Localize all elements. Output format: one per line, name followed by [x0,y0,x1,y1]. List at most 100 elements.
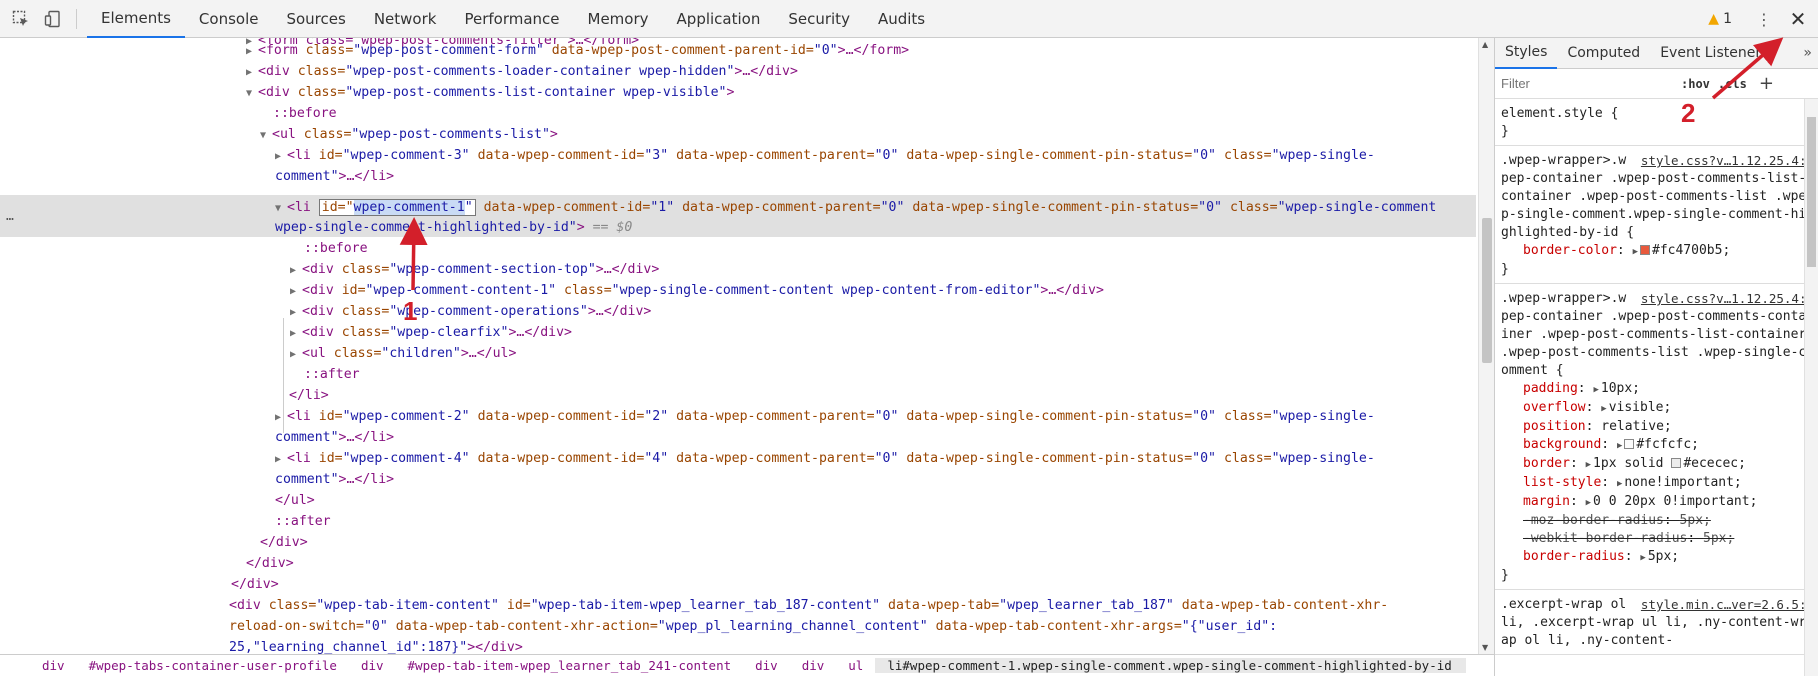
rule-close-brace: } [1501,262,1509,277]
declaration-padding[interactable]: padding: ▶ 10px; [1501,380,1814,399]
breadcrumb-item[interactable]: #wpep-tab-item-wpep_learner_tab_241-cont… [396,658,744,673]
styles-filter-input[interactable] [1501,72,1667,95]
declaration-overflow[interactable]: overflow: ▶ visible; [1501,399,1814,418]
dom-node-list-container[interactable]: ▼ <div class="wpep-post-comments-list-con… [246,82,734,103]
dom-node-comment-2-cont: comment">…</li> [275,430,395,445]
dom-pseudo-before-2[interactable]: ::before [304,238,368,259]
tab-sources[interactable]: Sources [272,0,359,38]
tab-console[interactable]: Console [185,0,273,38]
hov-button[interactable]: :hov [1681,77,1710,91]
warning-count: 1 [1723,11,1732,27]
color-swatch[interactable] [1624,439,1635,449]
rule-single-comment[interactable]: style.css?v…1.12.25.4:1 .wpep-wrapper>.w… [1495,284,1818,590]
breadcrumb-item[interactable]: ul [836,658,875,673]
sidebar-scroll-thumb[interactable] [1807,117,1816,267]
scroll-down-icon[interactable]: ▼ [1482,643,1488,652]
dom-node-comment-1[interactable]: ▼ <li id="wpep-comment-1" data-wpep-comme… [275,197,1436,218]
breadcrumb-item[interactable]: div [0,658,77,673]
dom-node-comment-4[interactable]: ▶ <li id="wpep-comment-4" data-wpep-comme… [275,448,1375,469]
rule-selector: element.style { [1501,106,1619,121]
declaration-moz-border-radius[interactable]: -moz-border-radius: 5px; [1501,512,1814,530]
declaration-list-style[interactable]: list-style: ▶ none!important; [1501,474,1814,493]
dom-node-comments-list[interactable]: ▼ <ul class="wpep-post-comments-list"> [260,124,558,145]
dom-pseudo-after[interactable]: ::after [304,364,360,385]
attribute-edit-box[interactable]: id="wpep-comment-1" [318,199,476,216]
node-more-icon[interactable]: … [6,206,14,227]
dom-node-section-top[interactable]: ▶ <div class="wpep-comment-section-top">…… [290,259,659,280]
new-rule-icon[interactable]: + [1759,73,1774,94]
color-swatch[interactable] [1640,245,1650,255]
rule-excerpt-wrap[interactable]: style.min.c…ver=2.6.5:1 .excerpt-wrap ol… [1495,590,1818,655]
warning-counter[interactable]: ▲ 1 [1708,11,1732,27]
dom-close-div-1: </div> [260,535,308,550]
tab-memory[interactable]: Memory [574,0,663,38]
styles-filter-row: :hov .cls + [1495,69,1818,99]
scroll-up-icon[interactable]: ▲ [1482,40,1488,49]
breadcrumb-current[interactable]: li#wpep-comment-1.wpep-single-comment.wp… [875,658,1466,673]
tab-elements[interactable]: Elements [87,0,185,38]
annotation-1: 1 [403,296,418,326]
styles-sidebar: Styles Computed Event Listeners » :hov .… [1494,38,1818,676]
cls-button[interactable]: .cls [1718,77,1747,91]
selected-id-text[interactable]: wpep-comment-1 [353,200,465,215]
rule-element-style[interactable]: element.style { } [1495,99,1818,146]
dom-close-div-3: </div> [231,577,279,592]
breadcrumb-item[interactable]: div [790,658,837,673]
declaration-border[interactable]: border: ▶ 1px solid #ececec; [1501,455,1814,474]
warning-icon: ▲ [1708,11,1720,27]
toolbar-right: ▲ 1 ⋮ ✕ [1708,0,1818,38]
color-swatch[interactable] [1671,458,1682,468]
declaration-position[interactable]: position: relative; [1501,418,1814,436]
expand-icon[interactable]: ▶ [246,41,258,62]
close-devtools-icon[interactable]: ✕ [1788,7,1808,31]
tab-application[interactable]: Application [663,0,775,38]
dom-node-clearfix[interactable]: ▶ <div class="wpep-clearfix">…</div> [290,322,572,343]
chevron-right-icon[interactable]: » [1803,45,1818,61]
expand-icon[interactable]: ▶ [1633,247,1638,257]
dom-node-comment-operations[interactable]: ▶ <div class="wpep-comment-operations">…<… [290,301,651,322]
tab-performance[interactable]: Performance [450,0,573,38]
dom-node-comment-4-cont: comment">…</li> [275,472,395,487]
panel-tabs: Elements Console Sources Network Perform… [87,0,939,38]
dom-node-children-ul[interactable]: ▶ <ul class="children">…</ul> [290,343,516,364]
dom-scrollbar[interactable]: ▲ ▼ [1478,38,1494,654]
tab-event-listeners[interactable]: Event Listeners [1650,38,1778,69]
dom-node-comment-form[interactable]: ▶ <form class="wpep-post-comment-form" da… [246,40,909,61]
device-toolbar-icon[interactable] [42,8,64,30]
dom-node-tab-item-cont-2: 25,"learning_channel_id":187}"></div> [229,640,523,654]
declaration-webkit-border-radius[interactable]: -webkit-border-radius: 5px; [1501,530,1814,548]
dom-node-comment-3-cont: comment">…</li> [275,169,395,184]
declaration-background[interactable]: background: ▶ #fcfcfc; [1501,436,1814,455]
tab-computed[interactable]: Computed [1557,38,1650,69]
rule-source-link[interactable]: style.min.c…ver=2.6.5:1 [1641,596,1814,614]
dom-node-tab-item-content[interactable]: <div class="wpep-tab-item-content" id="w… [229,595,1388,616]
dom-tree-panel[interactable]: … ▶ <form class="wpep-post-comments-filte… [0,38,1478,654]
dom-pseudo-before[interactable]: ::before [273,103,337,124]
tab-audits[interactable]: Audits [864,0,939,38]
devtools-toolbar: Elements Console Sources Network Perform… [0,0,1818,38]
rule-close-brace: } [1501,124,1509,139]
dom-pseudo-after-2[interactable]: ::after [275,511,331,532]
declaration-border-color[interactable]: border-color: ▶ #fc4700b5; [1501,242,1814,261]
inspect-element-icon[interactable] [10,8,32,30]
breadcrumb-item[interactable]: div [349,658,396,673]
breadcrumb-item[interactable]: div [743,658,790,673]
more-options-icon[interactable]: ⋮ [1754,10,1774,29]
toolbar-separator [76,8,77,29]
tab-styles[interactable]: Styles [1495,38,1558,69]
rule-highlighted-by-id[interactable]: style.css?v…1.12.25.4:1 .wpep-wrapper>.w… [1495,146,1818,284]
breadcrumb-item[interactable]: #wpep-tabs-container-user-profile [77,658,349,673]
console-ref: == $0 [592,220,633,235]
sidebar-tabs: Styles Computed Event Listeners » [1495,38,1818,69]
tab-security[interactable]: Security [774,0,864,38]
dom-scroll-thumb[interactable] [1482,218,1492,363]
rule-source-link[interactable]: style.css?v…1.12.25.4:1 [1641,290,1814,308]
dom-node-comment-3[interactable]: ▶ <li id="wpep-comment-3" data-wpep-comme… [275,145,1375,166]
dom-node-loader-container[interactable]: ▶ <div class="wpep-post-comments-loader-c… [246,61,798,82]
tab-network[interactable]: Network [360,0,451,38]
rule-source-link[interactable]: style.css?v…1.12.25.4:1 [1641,152,1814,170]
dom-node-comment-2[interactable]: ▶ <li id="wpep-comment-2" data-wpep-comme… [275,406,1375,427]
declaration-margin[interactable]: margin: ▶ 0 0 20px 0!important; [1501,493,1814,512]
declaration-border-radius[interactable]: border-radius: ▶ 5px; [1501,548,1814,567]
sidebar-scrollbar[interactable] [1804,99,1818,676]
